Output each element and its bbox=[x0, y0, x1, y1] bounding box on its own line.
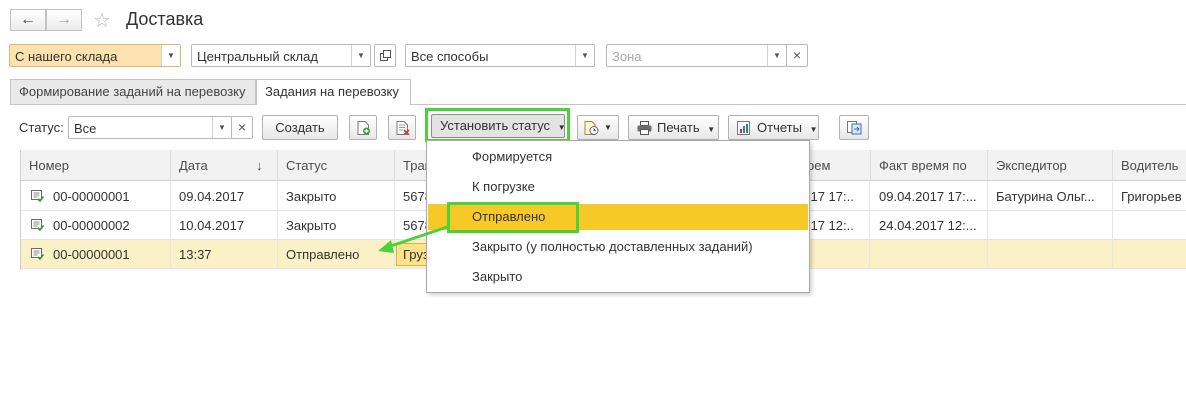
cell-forwarder bbox=[988, 211, 1113, 240]
cell-fact-time-to: 09.04.2017 17:... bbox=[871, 182, 988, 211]
related-documents-button[interactable]: ▼ bbox=[577, 115, 619, 140]
cell-date: 10.04.2017 bbox=[171, 211, 278, 240]
cell-number: 00-00000002 bbox=[45, 211, 171, 240]
column-label: Факт время по bbox=[879, 158, 967, 173]
create-button[interactable]: Создать bbox=[262, 115, 338, 140]
cell-fact-time-to bbox=[871, 240, 988, 269]
cell-driver: Григорьев Ив bbox=[1121, 189, 1186, 204]
column-header-fact-time-to[interactable]: Факт время по bbox=[871, 150, 988, 181]
document-posted-icon bbox=[31, 190, 44, 202]
cell-driver bbox=[1113, 240, 1186, 269]
document-posted-icon bbox=[31, 219, 44, 231]
export-button[interactable] bbox=[839, 115, 869, 140]
chevron-down-icon[interactable]: ▼ bbox=[575, 45, 594, 66]
active-tab-gap bbox=[257, 103, 410, 105]
cell-status: Закрыто bbox=[278, 182, 395, 211]
tab-label: Формирование заданий на перевозку bbox=[19, 84, 246, 99]
chevron-down-icon[interactable]: ▼ bbox=[212, 117, 231, 138]
caret-down-icon: ▼ bbox=[604, 123, 612, 132]
status-filter-select[interactable]: Все ▼ bbox=[68, 116, 232, 139]
tab-transport-tasks[interactable]: Задания на перевозку bbox=[256, 79, 411, 105]
arrow-right-icon: → bbox=[56, 11, 72, 28]
warehouse-value: Центральный склад bbox=[197, 49, 318, 64]
column-label: Статус bbox=[286, 158, 328, 173]
reports-button[interactable]: Отчеты ▼ bbox=[728, 115, 819, 140]
create-copy-button[interactable] bbox=[349, 115, 377, 140]
status-filter-label: Статус: bbox=[19, 120, 64, 135]
chevron-down-icon[interactable]: ▼ bbox=[351, 45, 370, 66]
delivery-method-value: Все способы bbox=[411, 49, 489, 64]
delete-mark-button[interactable] bbox=[388, 115, 416, 140]
column-label: Номер bbox=[29, 158, 70, 173]
page-title: Доставка bbox=[126, 9, 204, 29]
caret-down-icon: ▼ bbox=[707, 125, 716, 134]
cell-date: 09.04.2017 bbox=[171, 182, 278, 211]
zone-placeholder: Зона bbox=[612, 49, 642, 64]
cell-number: 00-00000001 bbox=[45, 182, 171, 211]
column-header-status[interactable]: Статус bbox=[278, 150, 395, 181]
arrow-left-icon: ← bbox=[20, 11, 36, 28]
column-header-forwarder[interactable]: Экспедитор bbox=[988, 150, 1113, 181]
chevron-down-icon[interactable]: ▼ bbox=[767, 45, 786, 66]
annotation-arrow-icon bbox=[378, 224, 451, 253]
column-label: Дата bbox=[179, 158, 208, 173]
tab-label: Задания на перевозку bbox=[265, 84, 399, 99]
warehouse-select[interactable]: Центральный склад ▼ bbox=[191, 44, 371, 67]
zone-clear-button[interactable]: × bbox=[786, 44, 808, 67]
print-button[interactable]: Печать ▼ bbox=[628, 115, 719, 140]
caret-down-icon: ▼ bbox=[809, 125, 818, 134]
column-header-time-from: рем bbox=[807, 158, 831, 173]
favorite-star-icon[interactable]: ☆ bbox=[93, 8, 111, 33]
open-warehouse-button[interactable] bbox=[374, 44, 396, 67]
report-chart-icon bbox=[737, 121, 750, 135]
tab-strip-divider bbox=[10, 104, 1186, 105]
status-clear-button[interactable]: × bbox=[231, 116, 253, 139]
zone-select[interactable]: Зона ▼ bbox=[606, 44, 787, 67]
tab-forming-tasks[interactable]: Формирование заданий на перевозку bbox=[10, 79, 256, 104]
column-label: Экспедитор bbox=[996, 158, 1067, 173]
delivery-method-select[interactable]: Все способы ▼ bbox=[405, 44, 595, 67]
caret-down-icon: ▼ bbox=[557, 123, 566, 132]
cell-forwarder bbox=[988, 240, 1113, 269]
printer-icon bbox=[637, 121, 652, 135]
column-header-date[interactable]: Дата ↓ bbox=[171, 150, 278, 181]
set-status-button[interactable]: Установить статус ▼ bbox=[431, 114, 566, 138]
create-label: Создать bbox=[275, 120, 325, 135]
cell-number: 00-00000001 bbox=[45, 240, 171, 269]
source-select[interactable]: С нашего склада ▼ bbox=[9, 44, 181, 67]
back-button[interactable]: ← bbox=[10, 9, 46, 31]
set-status-label: Установить статус bbox=[440, 118, 551, 133]
chevron-down-icon[interactable]: ▼ bbox=[161, 45, 180, 66]
menu-item-closed-fully-delivered[interactable]: Закрыто (у полностью доставленных задани… bbox=[428, 234, 808, 260]
menu-item-closed[interactable]: Закрыто bbox=[428, 264, 808, 290]
reports-label: Отчеты bbox=[757, 120, 802, 135]
document-delete-icon bbox=[396, 121, 410, 135]
cell-date: 13:37 bbox=[171, 240, 278, 269]
sent-item-highlight bbox=[447, 202, 579, 233]
column-label: Водитель bbox=[1121, 158, 1179, 173]
source-value: С нашего склада bbox=[15, 49, 118, 64]
print-label: Печать bbox=[657, 120, 700, 135]
column-header-number[interactable]: Номер bbox=[21, 150, 171, 181]
column-header-driver[interactable]: Водитель bbox=[1113, 150, 1186, 181]
close-icon: × bbox=[237, 119, 247, 135]
close-icon: × bbox=[792, 47, 802, 63]
table-left-border bbox=[20, 150, 21, 270]
status-filter-value: Все bbox=[74, 121, 97, 136]
document-clock-icon bbox=[584, 121, 599, 135]
cell-fact-time-to: 24.04.2017 12:... bbox=[871, 211, 988, 240]
new-document-icon bbox=[357, 121, 370, 135]
menu-item-to-loading[interactable]: К погрузке bbox=[428, 174, 808, 200]
cell-driver bbox=[1113, 211, 1186, 240]
cell-forwarder: Батурина Ольг... bbox=[988, 182, 1113, 211]
document-posted-icon bbox=[31, 248, 44, 260]
export-icon bbox=[847, 121, 862, 135]
open-link-icon bbox=[380, 50, 391, 61]
forward-button[interactable]: → bbox=[46, 9, 82, 31]
menu-item-forming[interactable]: Формируется bbox=[428, 144, 808, 170]
sort-down-icon: ↓ bbox=[256, 158, 263, 173]
